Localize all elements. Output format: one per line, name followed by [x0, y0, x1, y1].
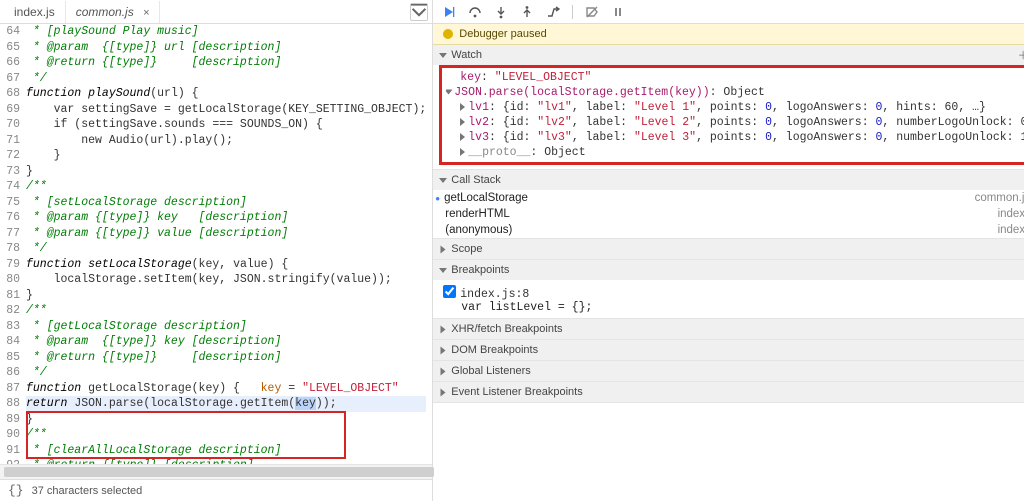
- expand-icon: [441, 388, 446, 396]
- scrollbar-thumb[interactable]: [4, 467, 434, 477]
- expand-icon: [439, 268, 447, 273]
- expand-icon: [439, 53, 447, 58]
- expand-icon: [441, 325, 446, 333]
- tab-index-js[interactable]: index.js: [4, 1, 66, 23]
- file-tabs: index.js common.js ×: [0, 0, 432, 24]
- scope-header[interactable]: Scope: [433, 239, 1024, 259]
- pretty-print-icon[interactable]: {}: [8, 483, 24, 498]
- breakpoint-checkbox[interactable]: [443, 285, 456, 298]
- paused-dot-icon: [443, 29, 453, 39]
- status-text: 37 characters selected: [32, 485, 143, 497]
- callstack-title: Call Stack: [451, 174, 1024, 186]
- breakpoints-header[interactable]: Breakpoints: [433, 260, 1024, 280]
- resume-icon[interactable]: [439, 3, 459, 21]
- callstack-header[interactable]: Call Stack: [433, 170, 1024, 190]
- scope-panel: Scope: [433, 239, 1024, 260]
- debug-toolbar: [433, 0, 1024, 24]
- breakpoints-body: index.js:8 var listLevel = {};: [433, 280, 1024, 318]
- close-icon[interactable]: ×: [143, 7, 149, 19]
- deactivate-breakpoints-icon[interactable]: [582, 3, 602, 21]
- panel-header[interactable]: Global Listeners: [433, 361, 1024, 381]
- step-into-icon[interactable]: [491, 3, 511, 21]
- devtools-app: index.js common.js × 6465666768697071727…: [0, 0, 1024, 501]
- panel-header[interactable]: Event Listener Breakpoints: [433, 382, 1024, 402]
- watch-header[interactable]: Watch ＋: [433, 45, 1024, 65]
- debug-panels: Watch ＋ key: "LEVEL_OBJECT"JSON.parse(lo…: [433, 45, 1024, 501]
- more-tabs-button[interactable]: [410, 3, 428, 21]
- callstack-body: getLocalStoragecommon.js:90renderHTMLind…: [433, 190, 1024, 238]
- debugger-pane: Debugger paused Watch ＋ key: "LEVEL_OBJE…: [433, 0, 1024, 501]
- collapsed-panels: XHR/fetch BreakpointsDOM BreakpointsGlob…: [433, 319, 1024, 403]
- panel-header[interactable]: XHR/fetch Breakpoints: [433, 319, 1024, 339]
- breakpoints-panel: Breakpoints index.js:8 var listLevel = {…: [433, 260, 1024, 319]
- line-gutter: 6465666768697071727374757677787980818283…: [0, 24, 26, 464]
- add-watch-icon[interactable]: ＋: [1016, 48, 1024, 62]
- editor-pane: index.js common.js × 6465666768697071727…: [0, 0, 433, 501]
- expand-icon: [441, 245, 446, 253]
- code-editor[interactable]: 6465666768697071727374757677787980818283…: [0, 24, 432, 464]
- status-bar: {} 37 characters selected: [0, 479, 432, 501]
- step-out-icon[interactable]: [517, 3, 537, 21]
- breakpoints-title: Breakpoints: [451, 264, 1024, 276]
- callstack-row[interactable]: (anonymous)index.js:2: [433, 222, 1024, 238]
- scope-title: Scope: [451, 243, 1024, 255]
- code-content[interactable]: * [playSound Play music] * @param {[type…: [26, 24, 432, 464]
- expand-icon: [441, 346, 446, 354]
- watch-highlight-frame: key: "LEVEL_OBJECT"JSON.parse(localStora…: [439, 65, 1024, 165]
- step-over-icon[interactable]: [465, 3, 485, 21]
- callstack-panel: Call Stack getLocalStoragecommon.js:90re…: [433, 170, 1024, 239]
- callstack-row[interactable]: getLocalStoragecommon.js:90: [433, 190, 1024, 206]
- paused-label: Debugger paused: [459, 28, 546, 40]
- breakpoint-item[interactable]: index.js:8: [459, 284, 1024, 301]
- horizontal-scrollbar[interactable]: [0, 464, 432, 479]
- expand-icon: [441, 367, 446, 375]
- watch-title: Watch: [451, 49, 1012, 61]
- step-icon[interactable]: [543, 3, 563, 21]
- pause-exceptions-icon[interactable]: [608, 3, 628, 21]
- tab-label: common.js: [76, 5, 134, 19]
- paused-banner: Debugger paused: [433, 24, 1024, 45]
- watch-panel: Watch ＋ key: "LEVEL_OBJECT"JSON.parse(lo…: [433, 45, 1024, 170]
- panel-header[interactable]: DOM Breakpoints: [433, 340, 1024, 360]
- callstack-row[interactable]: renderHTMLindex.js:9: [433, 206, 1024, 222]
- tab-common-js[interactable]: common.js ×: [66, 1, 161, 23]
- watch-body: key: "LEVEL_OBJECT"JSON.parse(localStora…: [442, 68, 1024, 162]
- expand-icon: [439, 178, 447, 183]
